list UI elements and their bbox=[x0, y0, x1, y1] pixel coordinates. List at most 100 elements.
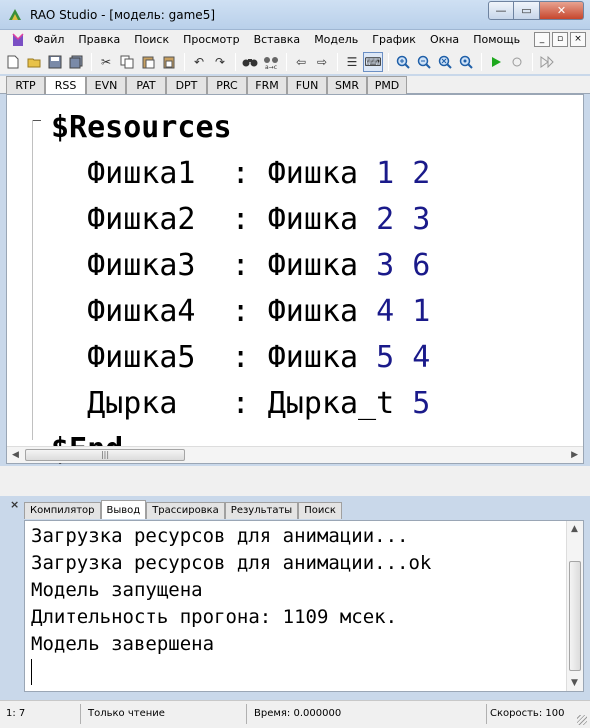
code-line: Дырка : Дырка_t 5 bbox=[87, 386, 431, 421]
tab-pmd[interactable]: PMD bbox=[367, 76, 407, 94]
cursor-position: 1: 7 bbox=[6, 708, 26, 719]
code-line: Фишка2 : Фишка 2 3 bbox=[87, 202, 431, 237]
resource-values: 5 4 bbox=[376, 340, 431, 375]
tab-rtp[interactable]: RTP bbox=[6, 76, 45, 94]
tab-compiler[interactable]: Компилятор bbox=[24, 502, 101, 519]
paste-icon[interactable] bbox=[138, 52, 158, 72]
tab-output[interactable]: Вывод bbox=[100, 500, 147, 519]
redo-icon[interactable]: ↷ bbox=[210, 52, 230, 72]
code-line-header: $Resources bbox=[51, 105, 430, 151]
menu-edit[interactable]: Правка bbox=[71, 31, 127, 49]
resource-type: Фишка bbox=[267, 340, 359, 375]
tab-prc[interactable]: PRC bbox=[207, 76, 247, 94]
menu-file[interactable]: Файл bbox=[30, 31, 71, 49]
tab-fun[interactable]: FUN bbox=[287, 76, 327, 94]
resource-name: Фишка2 bbox=[87, 202, 196, 237]
tab-frm[interactable]: FRM bbox=[247, 76, 287, 94]
stop-icon[interactable] bbox=[507, 52, 527, 72]
menu-insert[interactable]: Вставка bbox=[247, 31, 308, 49]
fold-marker-icon[interactable] bbox=[33, 120, 41, 121]
back-icon[interactable]: ⇦ bbox=[291, 52, 311, 72]
editor-tab-strip: RTP RSS EVN PAT DPT PRC FRM FUN SMR PMD bbox=[0, 76, 590, 95]
window-controls: — ▭ ✕ bbox=[488, 1, 584, 20]
forward-icon[interactable]: ⇨ bbox=[312, 52, 332, 72]
scroll-right-icon[interactable]: ▶ bbox=[571, 450, 578, 460]
maximize-button[interactable]: ▭ bbox=[514, 1, 540, 20]
keyboard-icon[interactable]: ⌨ bbox=[363, 52, 383, 72]
toolbar-separator bbox=[91, 53, 92, 71]
resource-name: Фишка4 bbox=[87, 294, 196, 329]
tab-dpt[interactable]: DPT bbox=[166, 76, 207, 94]
tab-evn[interactable]: EVN bbox=[86, 76, 126, 94]
zoom-fit-icon[interactable] bbox=[456, 52, 476, 72]
tab-rss[interactable]: RSS bbox=[45, 76, 86, 95]
output-line: Длительность прогона: 1109 мсек. bbox=[31, 606, 398, 628]
mdi-controls: _ ▫ × bbox=[534, 32, 586, 47]
toolbar-separator bbox=[337, 53, 338, 71]
zoom-reset-icon[interactable] bbox=[435, 52, 455, 72]
zoom-out-icon[interactable] bbox=[414, 52, 434, 72]
save-all-icon[interactable] bbox=[66, 52, 86, 72]
save-icon[interactable] bbox=[45, 52, 65, 72]
zoom-in-icon[interactable] bbox=[393, 52, 413, 72]
menu-model[interactable]: Модель bbox=[307, 31, 365, 49]
replace-icon[interactable]: a→c bbox=[261, 52, 281, 72]
list-icon[interactable]: ☰ bbox=[342, 52, 362, 72]
output-panel[interactable]: Загрузка ресурсов для анимации... Загрузк… bbox=[24, 520, 584, 692]
scroll-up-icon[interactable]: ▲ bbox=[571, 524, 578, 534]
code-line: Фишка3 : Фишка 3 6 bbox=[87, 248, 431, 283]
panel-splitter[interactable] bbox=[0, 466, 590, 496]
menu-windows[interactable]: Окна bbox=[423, 31, 466, 49]
svg-text:a→c: a→c bbox=[265, 64, 277, 69]
menu-view[interactable]: Просмотр bbox=[176, 31, 246, 49]
cut-icon[interactable]: ✂ bbox=[96, 52, 116, 72]
new-file-icon[interactable] bbox=[3, 52, 23, 72]
document-icon bbox=[12, 33, 24, 46]
menu-chart[interactable]: График bbox=[365, 31, 423, 49]
toolbar-separator bbox=[481, 53, 482, 71]
toolbar-separator bbox=[286, 53, 287, 71]
simulation-time: Время: 0.000000 bbox=[254, 708, 342, 719]
find-icon[interactable] bbox=[240, 52, 260, 72]
status-divider bbox=[486, 704, 487, 724]
undo-icon[interactable]: ↶ bbox=[189, 52, 209, 72]
output-vertical-scrollbar[interactable]: ▲ ▼ bbox=[566, 521, 583, 691]
code-line: Фишка1 : Фишка 1 2 bbox=[87, 156, 431, 191]
open-folder-icon[interactable] bbox=[24, 52, 44, 72]
code-editor[interactable]: $Resources Фишка1 : Фишка 1 2 Фишка2 : Ф… bbox=[6, 94, 584, 467]
mdi-minimize-button[interactable]: _ bbox=[534, 32, 550, 47]
tab-pat[interactable]: PAT bbox=[126, 76, 166, 94]
tab-results[interactable]: Результаты bbox=[224, 502, 299, 519]
scroll-thumb[interactable]: ||| bbox=[25, 449, 185, 461]
toolbar-separator bbox=[184, 53, 185, 71]
paste-special-icon[interactable] bbox=[159, 52, 179, 72]
status-bar: 1: 7 Только чтение Время: 0.000000 Скоро… bbox=[0, 700, 590, 728]
mdi-close-button[interactable]: × bbox=[570, 32, 586, 47]
scroll-thumb[interactable] bbox=[569, 561, 581, 671]
close-output-panel-icon[interactable]: × bbox=[10, 498, 19, 511]
run-icon[interactable] bbox=[486, 52, 506, 72]
skip-icon[interactable] bbox=[537, 52, 557, 72]
editor-horizontal-scrollbar[interactable]: ◀ ||| ▶ bbox=[7, 446, 583, 463]
resize-grip-icon[interactable] bbox=[577, 715, 587, 725]
tab-trace[interactable]: Трассировка bbox=[146, 502, 225, 519]
scroll-down-icon[interactable]: ▼ bbox=[571, 678, 578, 688]
mdi-restore-button[interactable]: ▫ bbox=[552, 32, 568, 47]
close-button[interactable]: ✕ bbox=[540, 1, 584, 20]
tab-find[interactable]: Поиск bbox=[298, 502, 342, 519]
resource-type: Фишка bbox=[267, 202, 359, 237]
text-caret bbox=[31, 659, 32, 685]
scroll-left-icon[interactable]: ◀ bbox=[12, 450, 19, 460]
menu-help[interactable]: Помощь bbox=[466, 31, 527, 49]
output-line: Загрузка ресурсов для анимации... bbox=[31, 525, 409, 547]
toolbar-separator bbox=[235, 53, 236, 71]
copy-icon[interactable] bbox=[117, 52, 137, 72]
tab-smr[interactable]: SMR bbox=[327, 76, 367, 94]
output-lines: Загрузка ресурсов для анимации... Загрузк… bbox=[31, 523, 431, 658]
menu-search[interactable]: Поиск bbox=[127, 31, 176, 49]
output-tab-strip: Компилятор Вывод Трассировка Результаты … bbox=[24, 500, 342, 520]
minimize-button[interactable]: — bbox=[488, 1, 514, 20]
rao-app-icon bbox=[9, 9, 21, 20]
toolbar-separator bbox=[388, 53, 389, 71]
status-divider bbox=[246, 704, 247, 724]
